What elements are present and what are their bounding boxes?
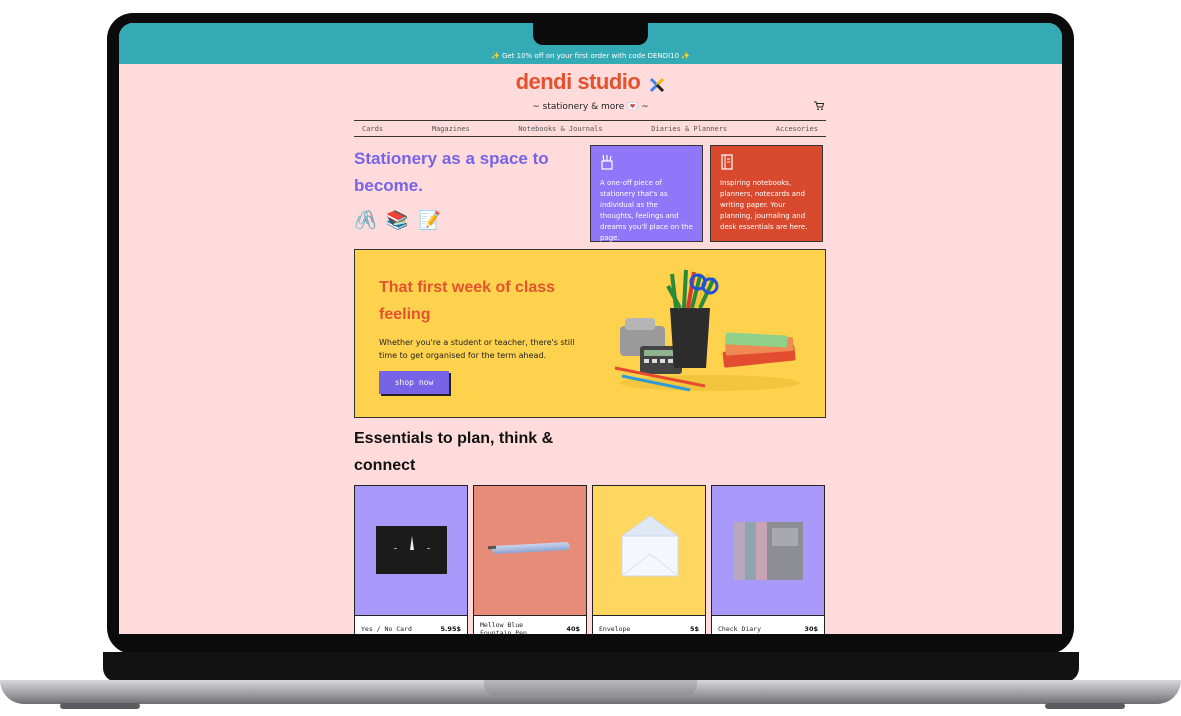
product-info: Envelope 5$ bbox=[593, 615, 705, 634]
nav-item-notebooks-journals[interactable]: Notebooks & Journals bbox=[518, 125, 602, 133]
product-name: Envelope bbox=[599, 624, 631, 633]
product-name: Check Diary bbox=[718, 624, 762, 633]
announcement-text: ✨ Get 10% off on your first order with c… bbox=[491, 51, 690, 60]
product-card-check-diary[interactable]: Check Diary 30$ bbox=[711, 485, 825, 634]
brand-header: dendi studio bbox=[119, 69, 1062, 95]
browser-viewport: ✨ Get 10% off on your first order with c… bbox=[119, 23, 1062, 634]
product-info: Yes / No Card 5.95$ bbox=[355, 615, 467, 634]
memo-icon: 📝 bbox=[418, 210, 442, 231]
product-name: Mellow Blue Fountain Pen bbox=[480, 620, 527, 635]
paperclip-icon: 🖇️ bbox=[354, 210, 377, 231]
main-nav: Cards Magazines Notebooks & Journals Dia… bbox=[354, 120, 826, 137]
camera-notch bbox=[533, 23, 648, 45]
brand-tagline: ~ stationery & more 💌 ~ bbox=[532, 102, 649, 112]
laptop-hinge bbox=[103, 652, 1079, 682]
product-name: Yes / No Card bbox=[361, 624, 412, 633]
shop-now-button[interactable]: shop now bbox=[379, 371, 449, 394]
product-info: Check Diary 30$ bbox=[712, 615, 824, 634]
banner-text: Whether you're a student or teacher, the… bbox=[379, 338, 575, 360]
product-image bbox=[593, 486, 705, 615]
product-card-yes-no-card[interactable]: Yes / No Card 5.95$ bbox=[354, 485, 468, 634]
hero-emoji-row: 🖇️ 📚 📝 bbox=[354, 210, 441, 231]
nav-item-cards[interactable]: Cards bbox=[362, 125, 383, 133]
laptop-foot-left bbox=[60, 703, 140, 709]
notebook-icon bbox=[720, 154, 813, 172]
feature-card-stationery[interactable]: A one-off piece of stationery that's as … bbox=[590, 145, 703, 242]
nav-item-diaries-planners[interactable]: Diaries & Planners bbox=[651, 125, 727, 133]
product-price: 5.95$ bbox=[440, 624, 461, 633]
nav-item-accessories[interactable]: Accesories bbox=[776, 125, 818, 133]
product-price: 5$ bbox=[689, 624, 699, 633]
feature-card-text: Inspiring notebooks, planners, notecards… bbox=[720, 179, 808, 231]
product-image bbox=[474, 486, 586, 615]
section-title: Essentials to plan, think & connect bbox=[354, 430, 554, 474]
product-price: 40$ bbox=[566, 624, 580, 633]
promo-banner: That first week of class feeling Whether… bbox=[354, 249, 826, 418]
laptop-foot-right bbox=[1045, 703, 1125, 709]
product-image bbox=[355, 486, 467, 615]
cart-icon[interactable] bbox=[814, 101, 825, 114]
laptop-base-groove bbox=[484, 680, 697, 696]
feature-card-text: A one-off piece of stationery that's as … bbox=[600, 179, 693, 242]
banner-title: That first week of class feeling bbox=[379, 279, 556, 323]
nav-item-magazines[interactable]: Magazines bbox=[432, 125, 470, 133]
product-card-envelope[interactable]: Envelope 5$ bbox=[592, 485, 706, 634]
product-card-fountain-pen[interactable]: Mellow Blue Fountain Pen 40$ bbox=[473, 485, 587, 634]
brand-x-icon bbox=[650, 77, 665, 92]
product-info: Mellow Blue Fountain Pen 40$ bbox=[474, 615, 586, 634]
books-icon: 📚 bbox=[386, 210, 409, 231]
stationery-illustration bbox=[614, 269, 800, 392]
pencil-cup-icon bbox=[600, 154, 693, 172]
brand-logo[interactable]: dendi studio bbox=[516, 69, 641, 94]
hero-title: Stationery as a space to become. bbox=[354, 149, 549, 195]
product-price: 30$ bbox=[804, 624, 818, 633]
feature-card-notebooks[interactable]: Inspiring notebooks, planners, notecards… bbox=[710, 145, 823, 242]
product-image bbox=[712, 486, 824, 615]
